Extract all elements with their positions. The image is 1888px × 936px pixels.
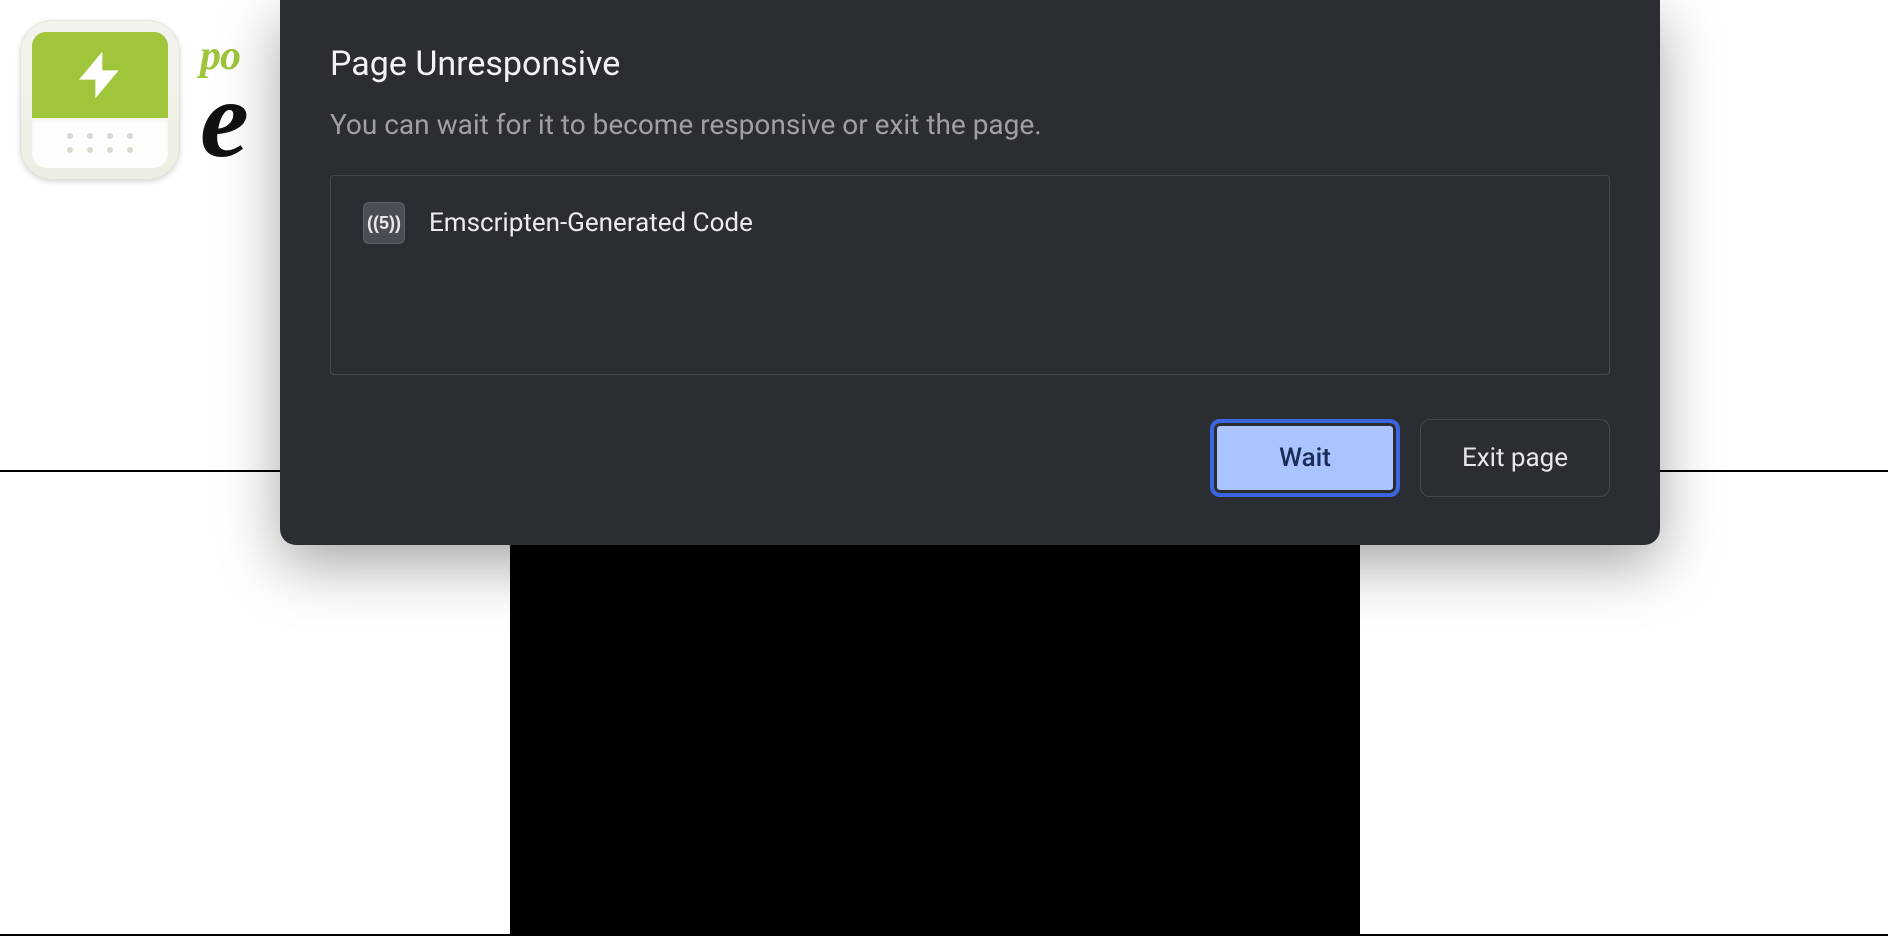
dialog-title: Page Unresponsive (330, 44, 1610, 84)
lightning-bolt-icon (72, 40, 128, 110)
dialog-subtitle: You can wait for it to become responsive… (330, 108, 1610, 141)
process-row: ((5)) Emscripten-Generated Code (363, 202, 1577, 244)
wordmark: po e (200, 32, 245, 169)
exit-page-button[interactable]: Exit page (1420, 419, 1610, 497)
logo-lower (32, 118, 168, 168)
app-logo (20, 20, 180, 180)
page-unresponsive-dialog: Page Unresponsive You can wait for it to… (280, 0, 1660, 545)
logo-upper (32, 32, 168, 118)
dialog-button-row: Wait Exit page (330, 419, 1610, 497)
broadcast-icon: ((5)) (363, 202, 405, 244)
process-name: Emscripten-Generated Code (429, 208, 753, 238)
process-list: ((5)) Emscripten-Generated Code (330, 175, 1610, 375)
wait-button[interactable]: Wait (1210, 419, 1400, 497)
wordmark-big: e (200, 70, 245, 169)
underlying-page: po e Fullscreen Page Unresponsive You ca… (0, 0, 1888, 936)
